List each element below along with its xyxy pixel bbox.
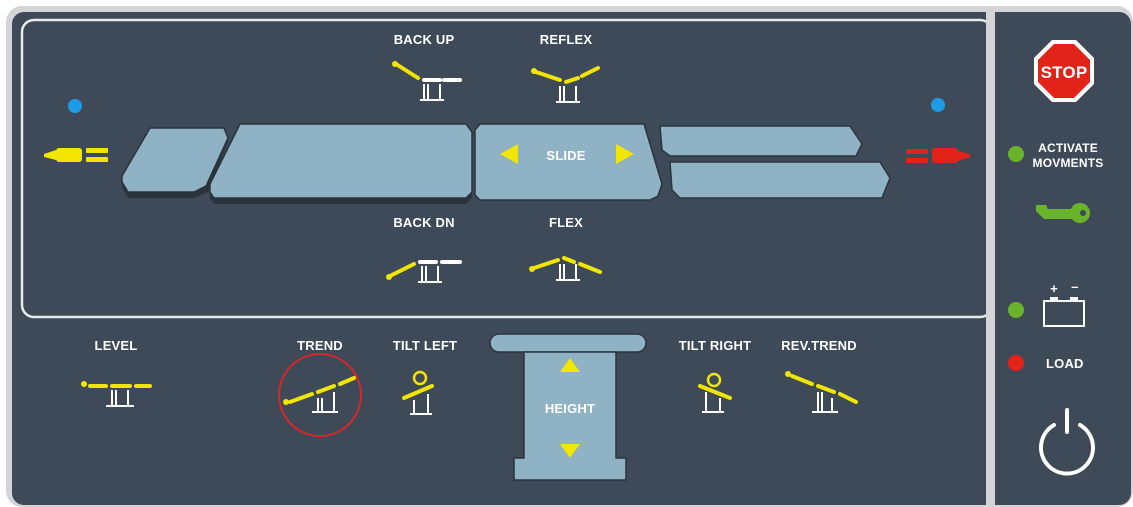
battery-minus-sign: –	[1071, 279, 1079, 294]
rev-trend-label: REV.TREND	[781, 338, 857, 353]
activate-label-line2: MOVMENTS	[1032, 156, 1104, 170]
activate-label-line1: ACTIVATE	[1038, 141, 1098, 155]
control-panel: BACK UP REFLEX BACK DN FLEX SLIDE LEVEL …	[0, 0, 1133, 507]
reflex-label: REFLEX	[539, 32, 593, 47]
head-indicator-light	[68, 99, 82, 113]
foot-indicator-light	[931, 98, 945, 112]
load-label: LOAD	[1046, 356, 1084, 371]
stop-label: STOP	[1040, 63, 1088, 82]
flex-label: FLEX	[548, 215, 584, 230]
tilt-left-label: TILT LEFT	[392, 338, 458, 353]
slide-label: SLIDE	[546, 148, 586, 163]
leg-segment-upper[interactable]	[659, 125, 863, 157]
back-dn-label: BACK DN	[393, 215, 455, 230]
height-label: HEIGHT	[544, 401, 596, 416]
load-indicator-light	[1008, 355, 1024, 371]
back-up-label: BACK UP	[393, 32, 455, 47]
side-column-divider	[986, 12, 995, 505]
battery-indicator-light	[1008, 302, 1024, 318]
battery-plus-sign: +	[1050, 281, 1058, 296]
tilt-right-label: TILT RIGHT	[678, 338, 752, 353]
control-panel-graphic	[6, 6, 1133, 507]
leg-segment-lower[interactable]	[669, 161, 891, 199]
back-segment[interactable]	[209, 123, 473, 204]
activate-indicator-light	[1008, 146, 1024, 162]
trend-label: TREND	[297, 338, 343, 353]
level-label: LEVEL	[94, 338, 138, 353]
